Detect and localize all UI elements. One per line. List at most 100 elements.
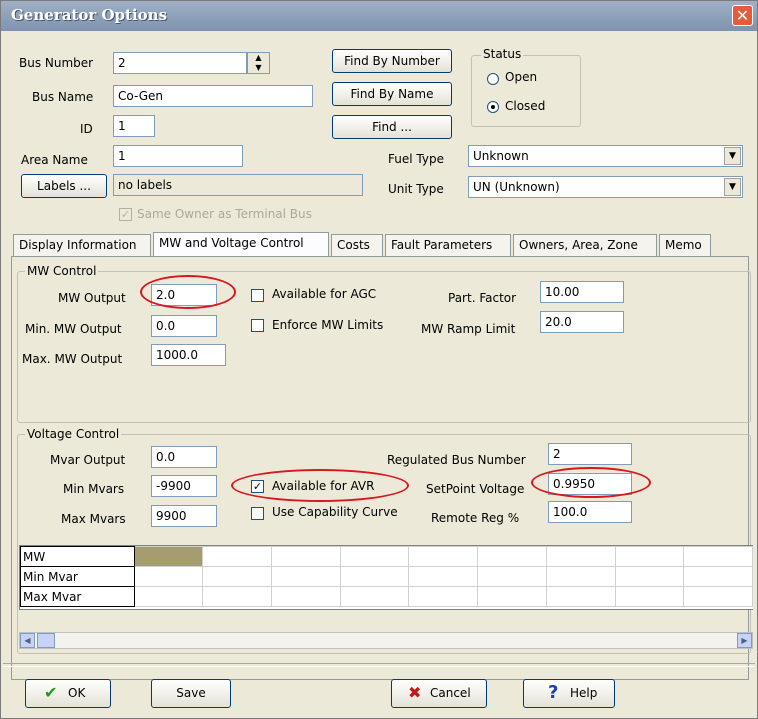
scroll-right-icon[interactable]: ▶ bbox=[737, 633, 752, 648]
agc-checkbox[interactable] bbox=[251, 289, 264, 302]
closed-radio-label: Closed bbox=[505, 99, 546, 113]
fuel-type-value: Unknown bbox=[473, 149, 529, 163]
grid-cell[interactable] bbox=[545, 546, 616, 567]
min-mvars-input[interactable]: -9900 bbox=[151, 475, 217, 497]
avr-label: Available for AVR bbox=[272, 479, 375, 493]
grid-cell[interactable] bbox=[477, 586, 547, 607]
part-factor-input[interactable]: 10.00 bbox=[540, 281, 624, 303]
scroll-left-icon[interactable]: ◀ bbox=[20, 633, 35, 648]
ok-button[interactable]: ✔ OK bbox=[25, 679, 111, 708]
mw-ramp-limit-input[interactable]: 20.0 bbox=[540, 311, 624, 333]
max-mw-output-input[interactable]: 1000.0 bbox=[151, 344, 226, 366]
grid-cell[interactable] bbox=[133, 546, 204, 567]
open-radio[interactable] bbox=[487, 73, 499, 85]
unit-type-select[interactable]: UN (Unknown) ▼ bbox=[468, 176, 743, 198]
grid-cell[interactable] bbox=[683, 546, 753, 567]
tab-costs[interactable]: Costs bbox=[331, 234, 383, 256]
grid-cell[interactable] bbox=[339, 546, 410, 567]
min-mvars-label: Min Mvars bbox=[63, 482, 125, 496]
find-button[interactable]: Find ... bbox=[332, 115, 452, 139]
max-mw-output-label: Max. MW Output bbox=[22, 352, 123, 366]
id-label: ID bbox=[80, 122, 93, 136]
area-name-input[interactable]: 1 bbox=[113, 145, 243, 167]
tab-owners-area-zone[interactable]: Owners, Area, Zone bbox=[513, 234, 657, 256]
grid-cell[interactable] bbox=[202, 566, 273, 587]
grid-cell[interactable] bbox=[339, 586, 410, 607]
grid-cell[interactable] bbox=[614, 566, 685, 587]
grid-cell[interactable] bbox=[408, 546, 479, 567]
grid-cell[interactable] bbox=[683, 586, 753, 607]
bus-number-input[interactable]: 2 bbox=[113, 52, 247, 74]
grid-cell[interactable] bbox=[683, 566, 753, 587]
row-header: Max Mvar bbox=[20, 586, 135, 607]
tab-display-information[interactable]: Display Information bbox=[13, 234, 151, 256]
fuel-type-label: Fuel Type bbox=[388, 152, 444, 166]
labels-field: no labels bbox=[113, 174, 363, 196]
unit-type-value: UN (Unknown) bbox=[473, 180, 560, 194]
mw-control-group-label: MW Control bbox=[25, 264, 99, 278]
capability-curve-label: Use Capability Curve bbox=[272, 505, 398, 519]
scroll-thumb[interactable] bbox=[37, 633, 55, 648]
grid-cell[interactable] bbox=[408, 566, 479, 587]
spin-down-icon[interactable]: ▼ bbox=[248, 63, 269, 73]
cancel-button-label: Cancel bbox=[430, 686, 471, 700]
grid-cell[interactable] bbox=[477, 546, 547, 567]
footer-divider bbox=[3, 663, 755, 667]
table-row: MW bbox=[20, 546, 753, 567]
fuel-type-select[interactable]: Unknown ▼ bbox=[468, 145, 743, 167]
chevron-down-icon[interactable]: ▼ bbox=[724, 178, 741, 196]
horizontal-scrollbar[interactable]: ◀ ▶ bbox=[19, 632, 753, 649]
voltage-control-group-label: Voltage Control bbox=[25, 427, 122, 441]
find-by-name-button[interactable]: Find By Name bbox=[332, 82, 452, 106]
min-mw-output-input[interactable]: 0.0 bbox=[151, 315, 217, 337]
grid-cell[interactable] bbox=[271, 546, 341, 567]
grid-cell[interactable] bbox=[614, 546, 685, 567]
max-mvars-input[interactable]: 9900 bbox=[151, 505, 217, 527]
grid-cell[interactable] bbox=[545, 566, 616, 587]
grid-cell[interactable] bbox=[133, 566, 204, 587]
close-icon[interactable]: ✕ bbox=[732, 5, 753, 26]
remote-reg-label: Remote Reg % bbox=[431, 511, 520, 525]
row-header: Min Mvar bbox=[20, 566, 135, 587]
bus-number-spinner[interactable]: ▲ ▼ bbox=[247, 52, 270, 74]
grid-cell[interactable] bbox=[202, 586, 273, 607]
grid-cell[interactable] bbox=[339, 566, 410, 587]
tab-memo[interactable]: Memo bbox=[659, 234, 711, 256]
title-bar: Generator Options ✕ bbox=[1, 1, 757, 31]
ok-button-label: OK bbox=[68, 686, 86, 700]
labels-button[interactable]: Labels ... bbox=[21, 174, 107, 198]
capability-curve-checkbox[interactable] bbox=[251, 507, 264, 520]
setpoint-voltage-input[interactable]: 0.9950 bbox=[548, 473, 632, 495]
find-by-number-button[interactable]: Find By Number bbox=[332, 49, 452, 73]
enforce-mw-limits-label: Enforce MW Limits bbox=[272, 318, 384, 332]
enforce-mw-limits-checkbox[interactable] bbox=[251, 319, 264, 332]
grid-cell[interactable] bbox=[477, 566, 547, 587]
grid-cell[interactable] bbox=[133, 586, 204, 607]
min-mw-output-label: Min. MW Output bbox=[25, 322, 122, 336]
closed-radio[interactable] bbox=[487, 101, 499, 113]
window-title: Generator Options bbox=[11, 6, 168, 24]
tab-mw-voltage-control[interactable]: MW and Voltage Control bbox=[153, 232, 329, 257]
grid-cell[interactable] bbox=[202, 546, 273, 567]
grid-cell[interactable] bbox=[545, 586, 616, 607]
grid-cell[interactable] bbox=[271, 566, 341, 587]
help-button[interactable]: ? Help bbox=[523, 679, 615, 708]
bus-name-input[interactable]: Co-Gen bbox=[113, 85, 313, 107]
id-input[interactable]: 1 bbox=[113, 115, 155, 137]
avr-checkbox[interactable]: ✓ bbox=[251, 480, 264, 493]
regulated-bus-input[interactable]: 2 bbox=[548, 443, 632, 465]
tab-fault-parameters[interactable]: Fault Parameters bbox=[385, 234, 511, 256]
chevron-down-icon[interactable]: ▼ bbox=[724, 147, 741, 165]
save-button[interactable]: Save bbox=[151, 679, 231, 708]
cancel-button[interactable]: ✖ Cancel bbox=[391, 679, 487, 708]
table-row: Min Mvar bbox=[20, 566, 753, 587]
help-button-label: Help bbox=[570, 686, 598, 700]
remote-reg-input[interactable]: 100.0 bbox=[548, 501, 632, 523]
mvar-output-input[interactable]: 0.0 bbox=[151, 446, 217, 468]
grid-cell[interactable] bbox=[271, 586, 341, 607]
grid-cell[interactable] bbox=[614, 586, 685, 607]
capability-curve-grid[interactable]: MW Min Mvar Max Mvar bbox=[19, 545, 753, 610]
mw-output-input[interactable]: 2.0 bbox=[151, 284, 217, 306]
grid-cell[interactable] bbox=[408, 586, 479, 607]
spin-up-icon[interactable]: ▲ bbox=[248, 53, 269, 63]
